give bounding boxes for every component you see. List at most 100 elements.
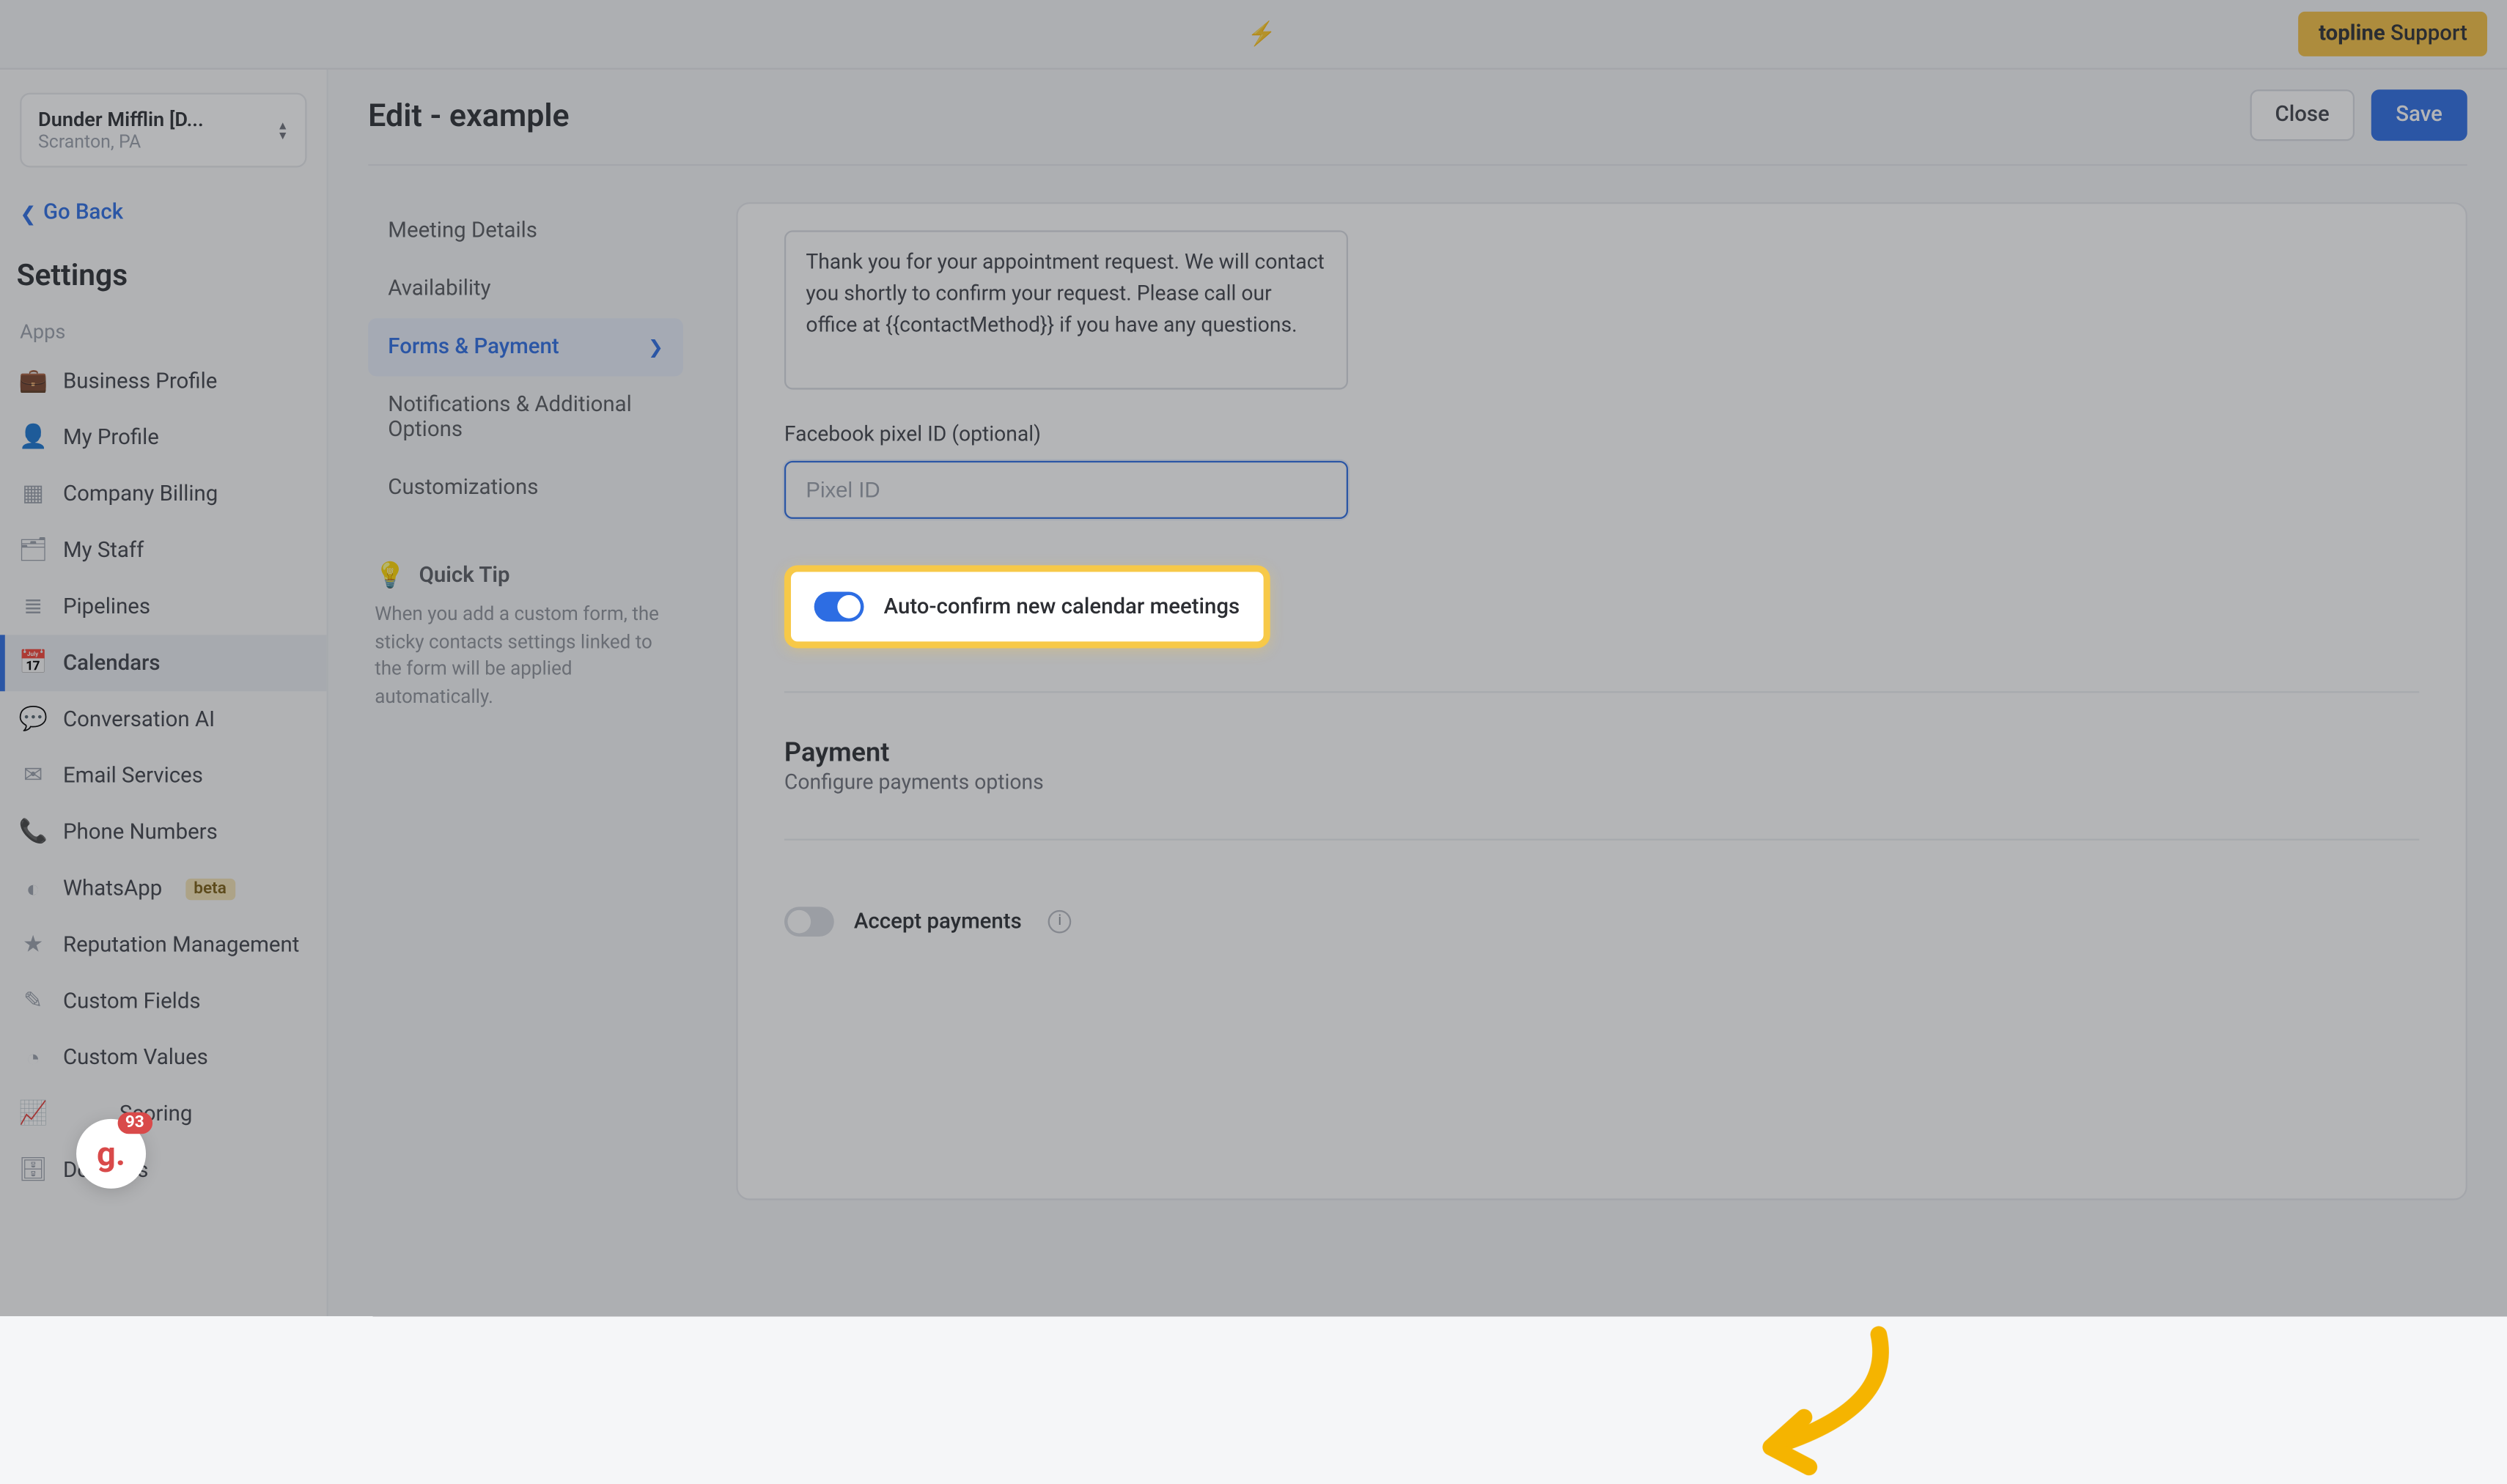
org-name: Dunder Mifflin [D... xyxy=(38,108,204,131)
org-selector[interactable]: Dunder Mifflin [D... Scranton, PA ▲▼ xyxy=(20,93,306,168)
main-content: Edit - example Close Save Meeting Detail… xyxy=(328,70,2507,1316)
sidebar-item-business-profile[interactable]: 💼 Business Profile xyxy=(0,353,327,410)
auto-confirm-toggle[interactable] xyxy=(814,592,864,622)
thank-you-textarea[interactable]: Thank you for your appointment request. … xyxy=(784,230,1348,389)
sidebar-item-custom-values[interactable]: ◔ Custom Values xyxy=(0,1030,327,1086)
tab-notifications[interactable]: Notifications & Additional Options xyxy=(368,376,683,459)
whatsapp-icon: ◐ xyxy=(20,875,46,901)
phone-icon: 📞 xyxy=(20,819,46,845)
calendar-icon: 📅 xyxy=(20,650,46,676)
sidebar-item-label: Conversation AI xyxy=(63,707,215,732)
star-icon: ★ xyxy=(20,931,46,958)
main-header: Edit - example Close Save xyxy=(368,80,2467,166)
tab-label: Availability xyxy=(388,277,490,302)
sidebar-item-label: Calendars xyxy=(63,651,161,676)
support-button[interactable]: topline Support xyxy=(2299,12,2487,56)
divider xyxy=(784,839,2419,841)
accept-payments-toggle[interactable] xyxy=(784,907,834,937)
form-panel: Thank you for your appointment request. … xyxy=(736,202,2467,1200)
tab-meeting-details[interactable]: Meeting Details xyxy=(368,202,683,260)
auto-confirm-label: Auto-confirm new calendar meetings xyxy=(884,594,1240,619)
sidebar-item-whatsapp[interactable]: ◐ WhatsApp beta xyxy=(0,860,327,917)
tabs-column: Meeting Details Availability Forms & Pay… xyxy=(368,202,683,1200)
sidebar-item-label: Company Billing xyxy=(63,481,218,506)
pixel-id-label: Facebook pixel ID (optional) xyxy=(784,423,2419,448)
sidebar-item-conversation-ai[interactable]: 💬 Conversation AI xyxy=(0,691,327,747)
archive-icon: 🗄 xyxy=(20,1157,46,1184)
tab-availability[interactable]: Availability xyxy=(368,260,683,318)
folder-icon: 🗂 xyxy=(20,537,46,564)
topbar-center: ⚡ xyxy=(1231,21,1276,47)
accept-payments-row: Accept payments i xyxy=(784,887,2419,956)
sidebar-item-label: WhatsApp xyxy=(63,876,162,901)
pie-icon: ◔ xyxy=(20,1044,46,1071)
pixel-id-input[interactable] xyxy=(784,461,1348,519)
list-icon: ≣ xyxy=(20,594,46,620)
sidebar-item-phone-numbers[interactable]: 📞Phone Numbers xyxy=(0,804,327,860)
tab-label: Meeting Details xyxy=(388,219,537,244)
float-notification-badge[interactable]: g. 93 xyxy=(76,1119,146,1189)
sidebar-item-label: Business Profile xyxy=(63,369,217,394)
tab-customizations[interactable]: Customizations xyxy=(368,459,683,517)
go-back-link[interactable]: ❮ Go Back xyxy=(0,184,327,242)
beta-badge: beta xyxy=(185,878,235,899)
tip-title: Quick Tip xyxy=(419,563,510,588)
grid-icon: ▦ xyxy=(20,481,46,507)
lightning-icon: ⚡ xyxy=(1248,21,1276,47)
sidebar-item-label: Email Services xyxy=(63,764,203,789)
sidebar-item-scoring[interactable]: 📈Scoring xyxy=(0,1086,327,1142)
payment-subtitle: Configure payments options xyxy=(784,771,2419,796)
sidebar-item-email-services[interactable]: ✉ Email Services xyxy=(0,747,327,804)
org-location: Scranton, PA xyxy=(38,131,204,152)
tab-label: Customizations xyxy=(388,476,538,501)
accept-payments-label: Accept payments xyxy=(854,909,1022,934)
support-text: Support xyxy=(2385,21,2467,46)
tip-block: 💡 Quick Tip When you add a custom form, … xyxy=(368,561,683,711)
chat-icon: 💬 xyxy=(20,706,46,733)
sidebar: Dunder Mifflin [D... Scranton, PA ▲▼ ❮ G… xyxy=(0,70,328,1316)
save-button[interactable]: Save xyxy=(2371,89,2467,141)
tab-forms-payment[interactable]: Forms & Payment ❯ xyxy=(368,318,683,376)
tab-label: Forms & Payment xyxy=(388,335,559,360)
divider xyxy=(784,691,2419,693)
sidebar-item-reputation[interactable]: ★ Reputation Management xyxy=(0,917,327,973)
close-button[interactable]: Close xyxy=(2250,89,2355,141)
auto-confirm-row: Auto-confirm new calendar meetings xyxy=(784,565,1270,648)
sidebar-item-label: My Profile xyxy=(63,425,159,450)
chart-icon: 📈 xyxy=(20,1101,46,1127)
go-back-label: Go Back xyxy=(43,201,123,226)
info-icon[interactable]: i xyxy=(1048,910,1072,934)
sidebar-item-company-billing[interactable]: ▦ Company Billing xyxy=(0,466,327,523)
settings-heading: Settings xyxy=(0,242,327,313)
sidebar-item-label: Custom Fields xyxy=(63,989,201,1014)
chevron-left-icon: ❮ xyxy=(20,202,37,225)
payment-title: Payment xyxy=(784,736,2419,767)
sidebar-item-label: Pipelines xyxy=(63,594,150,619)
float-glyph: g. xyxy=(97,1134,125,1173)
sidebar-item-calendars[interactable]: 📅 Calendars xyxy=(0,635,327,691)
side-nav: 💼 Business Profile 👤 My Profile ▦ Company B… xyxy=(0,353,327,1199)
arrow-annotation xyxy=(1679,1318,1912,1483)
sidebar-item-pipelines[interactable]: ≣ Pipelines xyxy=(0,578,327,635)
tab-label: Notifications & Additional Options xyxy=(388,393,663,443)
support-prefix: topline xyxy=(2319,21,2385,46)
topbar: ⚡ topline Support xyxy=(0,0,2507,70)
sidebar-item-label: Custom Values xyxy=(63,1045,208,1070)
envelope-icon: ✉ xyxy=(20,763,46,789)
sidebar-item-custom-fields[interactable]: ✎ Custom Fields xyxy=(0,973,327,1030)
chevron-updown-icon: ▲▼ xyxy=(277,120,289,140)
edit-icon: ✎ xyxy=(20,988,46,1014)
lightbulb-icon: 💡 xyxy=(375,561,405,591)
user-icon: 👤 xyxy=(20,424,46,451)
chevron-right-icon: ❯ xyxy=(648,336,663,358)
sidebar-item-domains[interactable]: 🗄Domains xyxy=(0,1142,327,1199)
tip-body: When you add a custom form, the sticky c… xyxy=(375,600,677,711)
float-count: 93 xyxy=(117,1112,153,1134)
page-title: Edit - example xyxy=(368,96,570,134)
sidebar-item-label: My Staff xyxy=(63,538,144,563)
sidebar-item-label: Reputation Management xyxy=(63,932,299,957)
briefcase-icon: 💼 xyxy=(20,368,46,394)
side-section-label: Apps xyxy=(0,314,327,353)
sidebar-item-my-staff[interactable]: 🗂 My Staff xyxy=(0,523,327,579)
sidebar-item-my-profile[interactable]: 👤 My Profile xyxy=(0,410,327,466)
